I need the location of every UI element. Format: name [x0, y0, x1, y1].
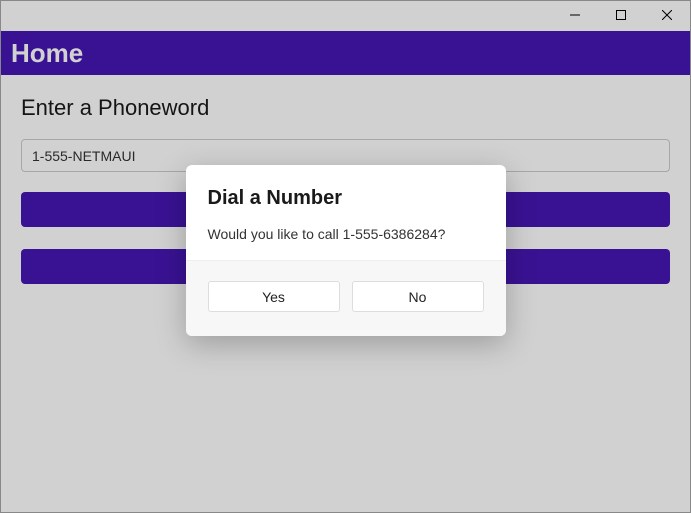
dialog-body: Dial a Number Would you like to call 1-5… — [186, 165, 506, 260]
modal-overlay: Dial a Number Would you like to call 1-5… — [1, 1, 690, 512]
dialog-title: Dial a Number — [208, 187, 484, 210]
dialog-message: Would you like to call 1-555-6386284? — [208, 226, 484, 242]
no-button[interactable]: No — [352, 281, 484, 312]
yes-button[interactable]: Yes — [208, 281, 340, 312]
dial-dialog: Dial a Number Would you like to call 1-5… — [186, 165, 506, 336]
dialog-button-row: Yes No — [186, 260, 506, 336]
